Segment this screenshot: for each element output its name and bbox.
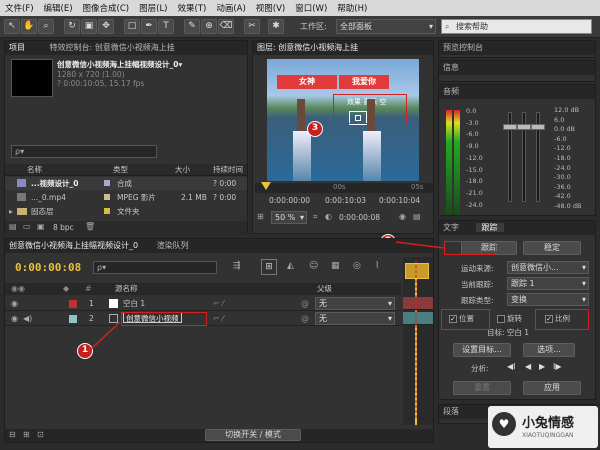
- rabbit-logo-icon: ♥: [492, 412, 516, 436]
- watermark-sub: XIAOTUQINGGAN: [522, 432, 574, 439]
- watermark-name: 小兔情感: [522, 416, 575, 431]
- annotation-arrow-2: [395, 241, 445, 249]
- annotation-arrow-1: [88, 321, 121, 352]
- annotation-arrows: [88, 241, 445, 420]
- watermark: ♥ 小兔情感 XIAOTUQINGGAN: [488, 406, 598, 448]
